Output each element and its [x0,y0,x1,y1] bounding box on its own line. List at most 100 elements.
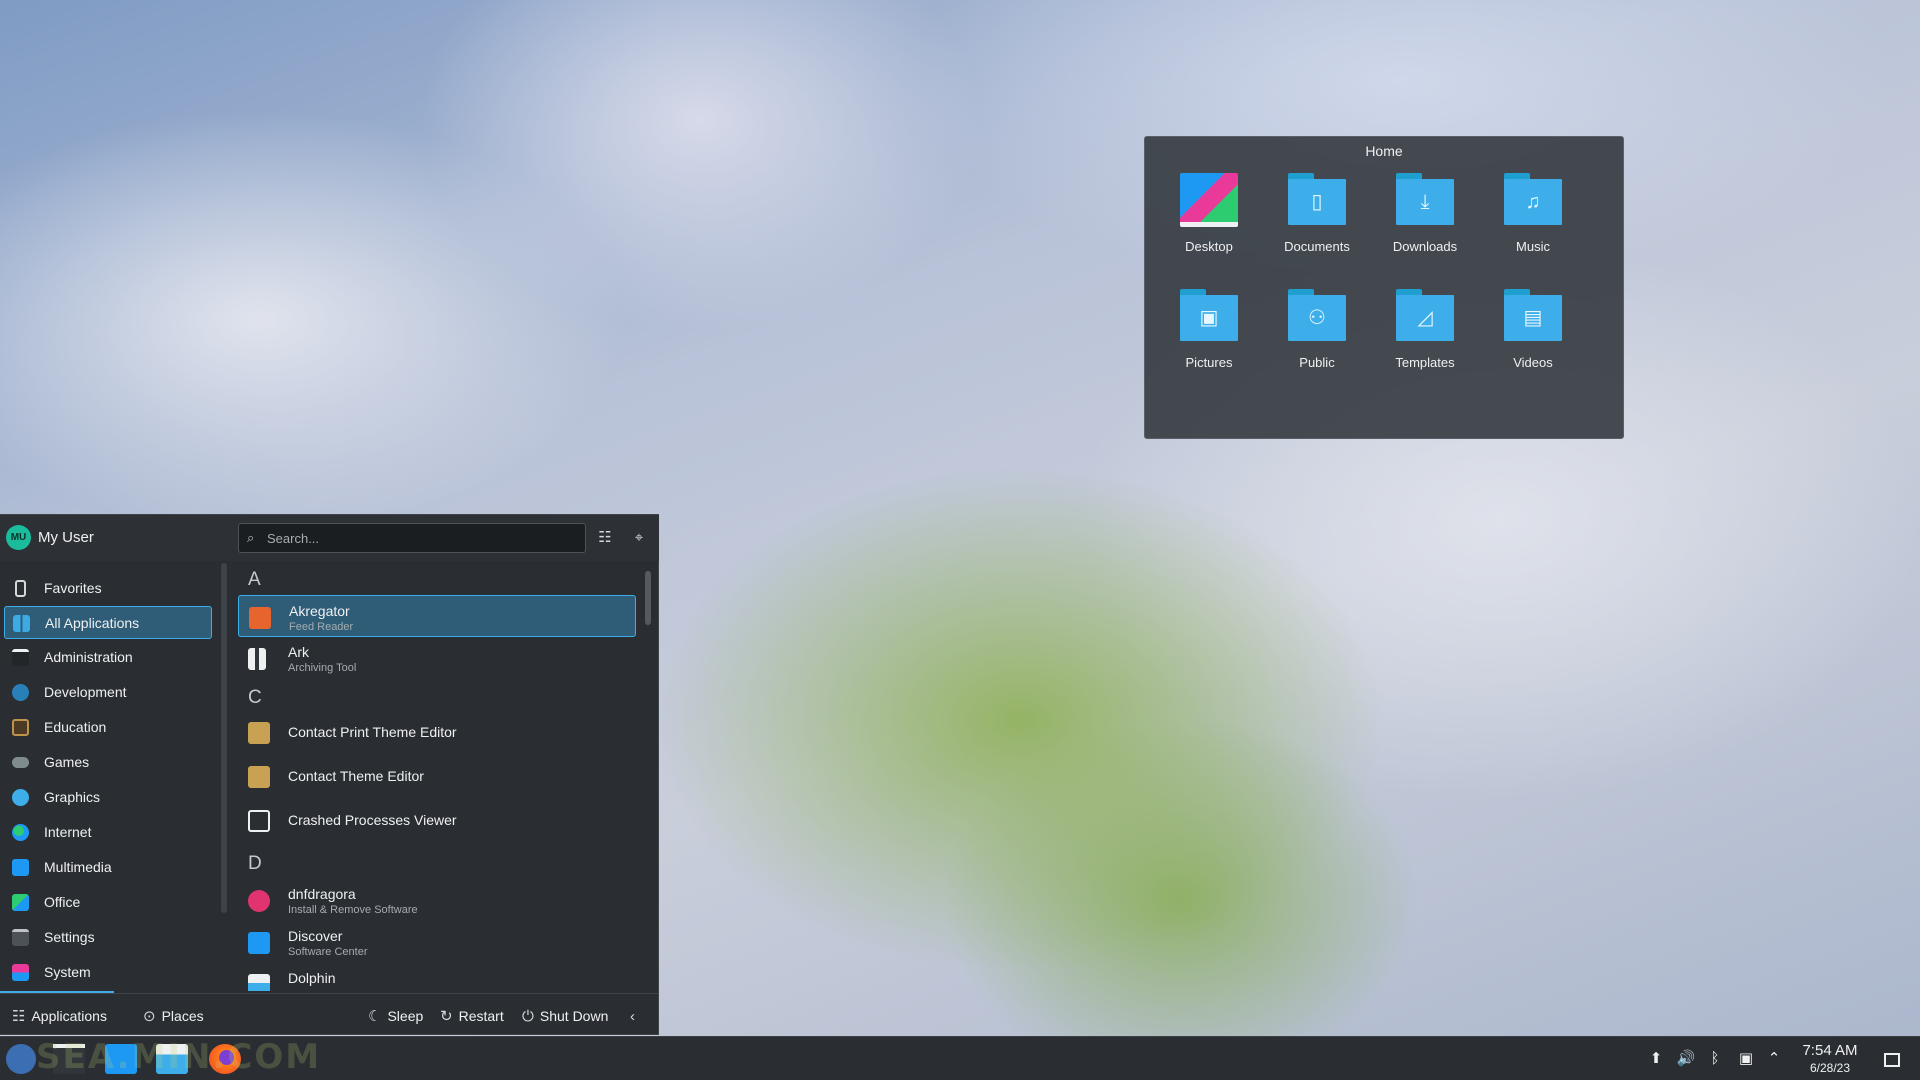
package-icon [248,890,270,912]
downloads-folder-icon: ⤓ [1396,171,1454,227]
discover-icon [248,932,270,954]
category-multimedia[interactable]: Multimedia [4,851,212,884]
folder-widget-title: Home [1365,143,1403,159]
office-icon [12,894,29,911]
tab-places[interactable]: ⊙ Places [143,1006,204,1026]
category-graphics[interactable]: Graphics [4,781,212,814]
category-label: Office [44,894,81,910]
app-item-discover[interactable]: Discover Software Center [238,921,636,963]
restart-label: Restart [458,1008,504,1024]
category-administration[interactable]: Administration [4,641,212,674]
music-folder-icon: ♫ [1504,171,1562,227]
contact-theme-icon [248,722,270,744]
compass-icon: ⊙ [143,1008,156,1025]
app-item-dolphin[interactable]: Dolphin [238,963,636,991]
folder-item-templates[interactable]: ◿ Templates [1371,285,1479,387]
chevron-left-icon: ‹ [630,1007,635,1025]
category-games[interactable]: Games [4,746,212,779]
category-education[interactable]: Education [4,711,212,744]
user-name[interactable]: My User [38,529,94,546]
restart-button[interactable]: ↻ Restart [440,1006,504,1026]
archive-icon [248,648,266,670]
folder-label: Downloads [1392,239,1458,254]
folder-item-pictures[interactable]: ▣ Pictures [1155,285,1263,387]
network-icon[interactable]: ▣ [1736,1050,1756,1068]
system-icon [12,964,29,981]
application-scrollbar[interactable] [644,563,652,991]
update-icon[interactable]: ⬆ [1646,1050,1666,1068]
app-name: Contact Print Theme Editor [288,724,457,740]
category-label: System [44,964,91,980]
application-list: A Akregator Feed Reader Ark Archiving To… [234,563,638,991]
gamepad-icon [12,757,29,768]
search-box[interactable]: ⌕ [238,523,586,553]
app-name: Ark [288,644,309,660]
sleep-button[interactable]: ☾ Sleep [368,1006,423,1026]
category-label: Education [44,719,107,735]
category-internet[interactable]: Internet [4,816,212,849]
folder-item-desktop[interactable]: Desktop [1155,169,1263,271]
category-office[interactable]: Office [4,886,212,919]
category-label: Favorites [44,580,102,596]
category-system[interactable]: System [4,956,212,989]
folder-label: Music [1516,239,1550,254]
folder-item-public[interactable]: ⚇ Public [1263,285,1371,387]
category-label: Multimedia [44,859,112,875]
category-label: Graphics [44,789,101,805]
app-item-contact-theme-editor[interactable]: Contact Theme Editor [238,755,636,797]
scrollbar-thumb[interactable] [645,571,651,625]
watermark: SEA.MIN.COM [36,1037,322,1077]
app-name: Discover [288,928,343,944]
education-icon [12,719,29,736]
bluetooth-icon[interactable]: ᛒ [1705,1050,1725,1068]
avatar[interactable]: MU [6,525,31,550]
section-header-a: A [248,569,261,590]
shutdown-button[interactable]: ⏻ Shut Down [522,1006,608,1026]
pin-icon[interactable]: ⌖ [627,526,651,550]
category-label: Settings [44,929,95,945]
home-folder-widget: Home Desktop ▯ Documents ⤓ Downloads ♫ M… [1144,136,1624,439]
app-item-dnfdragora[interactable]: dnfdragora Install & Remove Software [238,879,636,921]
contact-theme-icon [248,766,270,788]
folder-item-videos[interactable]: ▤ Videos [1479,285,1587,387]
tab-applications[interactable]: ☷ Applications [12,1006,107,1026]
app-item-crashed-processes-viewer[interactable]: Crashed Processes Viewer [238,799,636,841]
fedora-launcher-icon[interactable] [6,1044,36,1074]
globe-icon [12,824,29,841]
volume-icon[interactable]: 🔊 [1676,1050,1696,1068]
development-icon [12,684,29,701]
app-item-contact-print-theme-editor[interactable]: Contact Print Theme Editor [238,711,636,753]
category-settings[interactable]: Settings [4,921,212,954]
folder-item-music[interactable]: ♫ Music [1479,169,1587,271]
videos-folder-icon: ▤ [1504,287,1562,343]
graphics-icon [12,789,29,806]
grid-icon: ☷ [12,1008,26,1025]
clock-time[interactable]: 7:54 AM [1795,1042,1865,1059]
category-scrollbar[interactable] [221,563,227,913]
rss-icon [249,607,271,629]
section-header-c: C [248,687,262,708]
folder-item-downloads[interactable]: ⤓ Downloads [1371,169,1479,271]
category-all-applications[interactable]: All Applications [4,606,212,639]
chevron-up-icon[interactable]: ⌃ [1764,1050,1784,1068]
restart-icon: ↻ [440,1008,453,1025]
app-description: Archiving Tool [288,662,357,674]
app-item-ark[interactable]: Ark Archiving Tool [238,637,636,679]
app-description: Feed Reader [289,621,354,633]
show-desktop-icon[interactable] [1884,1053,1900,1067]
folder-item-documents[interactable]: ▯ Documents [1263,169,1371,271]
clock-date[interactable]: 6/28/23 [1795,1061,1865,1075]
search-input[interactable] [267,528,567,548]
category-favorites[interactable]: Favorites [4,572,212,605]
public-folder-icon: ⚇ [1288,287,1346,343]
category-label: Internet [44,824,92,840]
app-item-akregator[interactable]: Akregator Feed Reader [238,595,636,637]
configure-icon[interactable]: ☷ [593,526,617,550]
category-development[interactable]: Development [4,676,212,709]
multimedia-icon [12,859,29,876]
folder-label: Templates [1395,355,1455,370]
category-label: Development [44,684,127,700]
category-label: Administration [44,649,133,665]
more-options-button[interactable]: ‹ [630,1006,641,1026]
search-icon: ⌕ [247,530,255,545]
